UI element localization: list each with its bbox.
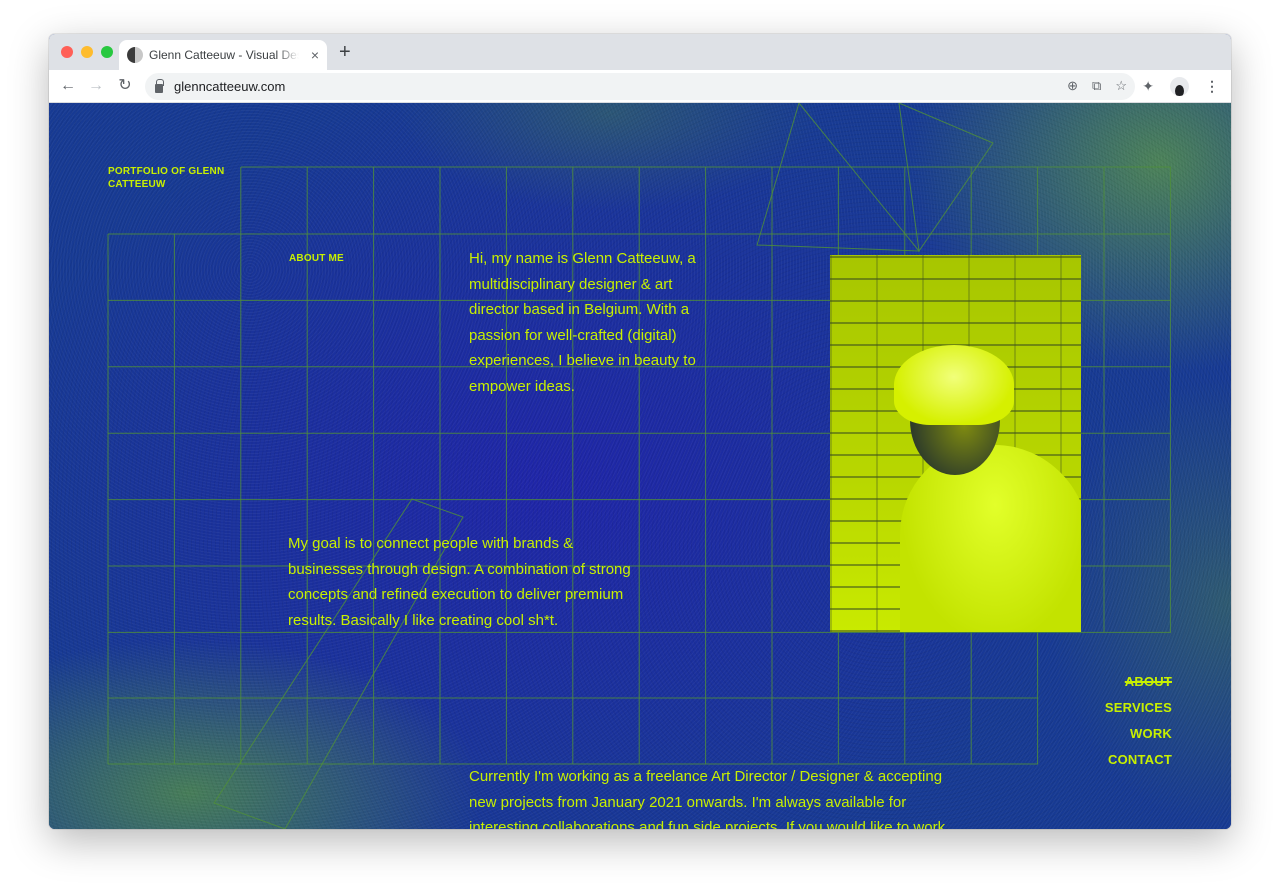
goal-paragraph: My goal is to connect people with brands… — [288, 535, 631, 629]
portrait-beanie — [894, 345, 1014, 425]
triangle-shape-top-right — [898, 103, 994, 253]
new-tab-button[interactable]: + — [339, 42, 351, 62]
nav-about[interactable]: ABOUT — [1105, 669, 1172, 695]
browser-menu-icon[interactable]: ⋮ — [1205, 78, 1219, 95]
url-text[interactable]: glenncatteeuw.com — [174, 79, 285, 94]
address-bar[interactable]: glenncatteeuw.com ⊕ ⧉ ☆ — [145, 73, 1135, 100]
nav-services[interactable]: SERVICES — [1105, 695, 1172, 721]
bookmark-star-icon[interactable]: ☆ — [1115, 77, 1127, 95]
translate-icon[interactable]: ⧉ — [1092, 77, 1101, 95]
back-button[interactable]: ← — [58, 76, 78, 96]
portfolio-label: PORTFOLIO OF GLENN CATTEEUW — [108, 166, 225, 190]
browser-toolbar: ← → ↻ glenncatteeuw.com ⊕ ⧉ ☆ ✦ ⋮ — [49, 70, 1231, 103]
extensions-icon[interactable]: ✦ — [1142, 78, 1154, 95]
browser-tab[interactable]: Glenn Catteeuw - Visual Designer × — [119, 40, 327, 70]
forward-button[interactable]: → — [86, 76, 106, 96]
minimize-window-button[interactable] — [81, 46, 93, 58]
portrait-photo — [830, 255, 1081, 632]
about-me-label: ABOUT ME — [289, 253, 344, 264]
nav-work[interactable]: WORK — [1105, 721, 1172, 747]
tab-bar: Glenn Catteeuw - Visual Designer × + — [49, 34, 1231, 70]
page-content: PORTFOLIO OF GLENN CATTEEUW ABOUT ME Hi,… — [49, 103, 1231, 829]
lock-icon[interactable] — [155, 78, 164, 93]
portrait-hoodie — [900, 445, 1081, 632]
maximize-window-button[interactable] — [101, 46, 113, 58]
currently-paragraph: Currently I'm working as a freelance Art… — [469, 768, 946, 829]
tab-title: Glenn Catteeuw - Visual Designer — [149, 48, 299, 62]
profile-avatar[interactable] — [1170, 77, 1189, 96]
tab-close-icon[interactable]: × — [311, 48, 319, 62]
nav-contact[interactable]: CONTACT — [1105, 747, 1172, 773]
site-favicon-icon — [127, 47, 143, 63]
main-nav: ABOUT SERVICES WORK CONTACT — [1105, 669, 1172, 773]
browser-window: Glenn Catteeuw - Visual Designer × + ← →… — [49, 34, 1231, 829]
intro-paragraph: Hi, my name is Glenn Catteeuw, a multidi… — [469, 250, 696, 395]
reload-button[interactable]: ↻ — [115, 76, 135, 96]
close-window-button[interactable] — [61, 46, 73, 58]
install-app-icon[interactable]: ⊕ — [1067, 77, 1078, 95]
